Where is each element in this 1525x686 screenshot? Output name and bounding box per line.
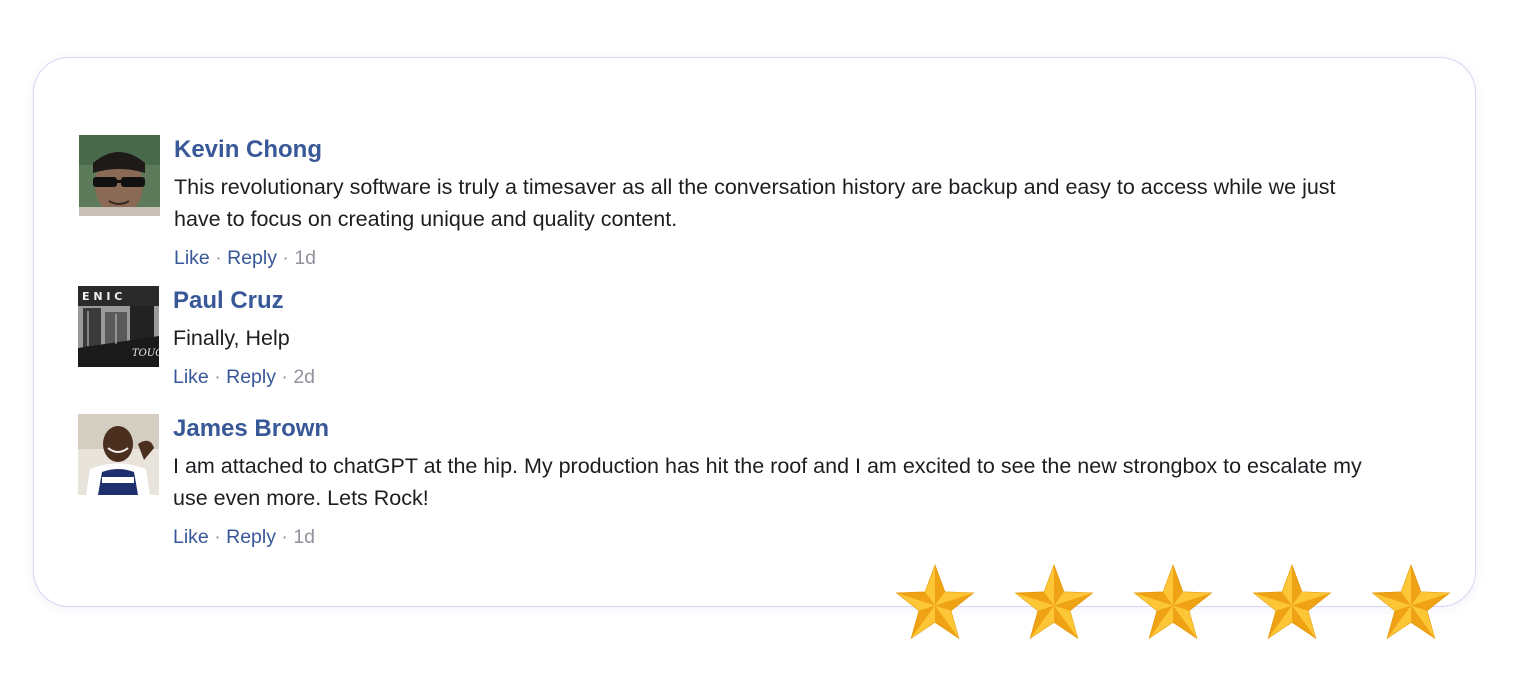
- comment-body: Kevin Chong This revolutionary software …: [174, 135, 1385, 271]
- separator-dot: ·: [281, 366, 288, 388]
- comment-body: Paul Cruz Finally, Help Like · Reply · 2…: [173, 286, 1385, 390]
- avatar[interactable]: E N I C TOUC OF V: [78, 286, 159, 367]
- comment-author[interactable]: Paul Cruz: [173, 286, 1385, 316]
- testimonials-page: Kevin Chong This revolutionary software …: [0, 0, 1525, 686]
- comment-author[interactable]: James Brown: [173, 414, 1385, 444]
- star-rating: [893, 562, 1458, 644]
- separator-dot: ·: [282, 247, 289, 269]
- avatar-sign-text: E N I C: [82, 290, 122, 303]
- separator-dot: ·: [215, 247, 222, 269]
- separator-dot: ·: [214, 366, 221, 388]
- comment-text: Finally, Help: [173, 326, 290, 350]
- reply-link[interactable]: Reply: [226, 526, 276, 548]
- like-link[interactable]: Like: [173, 526, 209, 548]
- star-icon: [1371, 563, 1451, 640]
- avatar-sign-text: TOUC OF V: [132, 348, 159, 359]
- comment-actions: Like · Reply · 1d: [173, 524, 1385, 550]
- comment-text: I am attached to chatGPT at the hip. My …: [173, 454, 1362, 510]
- reply-link[interactable]: Reply: [227, 247, 277, 269]
- comment-timestamp: 1d: [293, 526, 316, 548]
- separator-dot: ·: [281, 526, 288, 548]
- avatar-photo-paul: E N I C TOUC OF V: [78, 286, 159, 367]
- star-icon: [1014, 563, 1094, 640]
- separator-dot: ·: [214, 526, 221, 548]
- like-link[interactable]: Like: [174, 247, 210, 269]
- avatar[interactable]: [79, 135, 160, 216]
- comment-actions: Like · Reply · 2d: [173, 364, 1385, 390]
- comment-body: James Brown I am attached to chatGPT at …: [173, 414, 1385, 550]
- comment-timestamp: 2d: [293, 366, 316, 388]
- reply-link[interactable]: Reply: [226, 366, 276, 388]
- comment-timestamp: 1d: [294, 247, 317, 269]
- star-icon: [1133, 563, 1213, 640]
- star-icon: [1252, 563, 1332, 640]
- comment-text: This revolutionary software is truly a t…: [174, 175, 1336, 231]
- avatar[interactable]: [78, 414, 159, 495]
- star-icon: [895, 563, 975, 640]
- comment-actions: Like · Reply · 1d: [174, 245, 1385, 271]
- avatar-photo-james: [78, 414, 159, 495]
- like-link[interactable]: Like: [173, 366, 209, 388]
- testimonial-card: Kevin Chong This revolutionary software …: [33, 57, 1476, 607]
- comment-author[interactable]: Kevin Chong: [174, 135, 1385, 165]
- avatar-photo-kevin: [79, 135, 160, 216]
